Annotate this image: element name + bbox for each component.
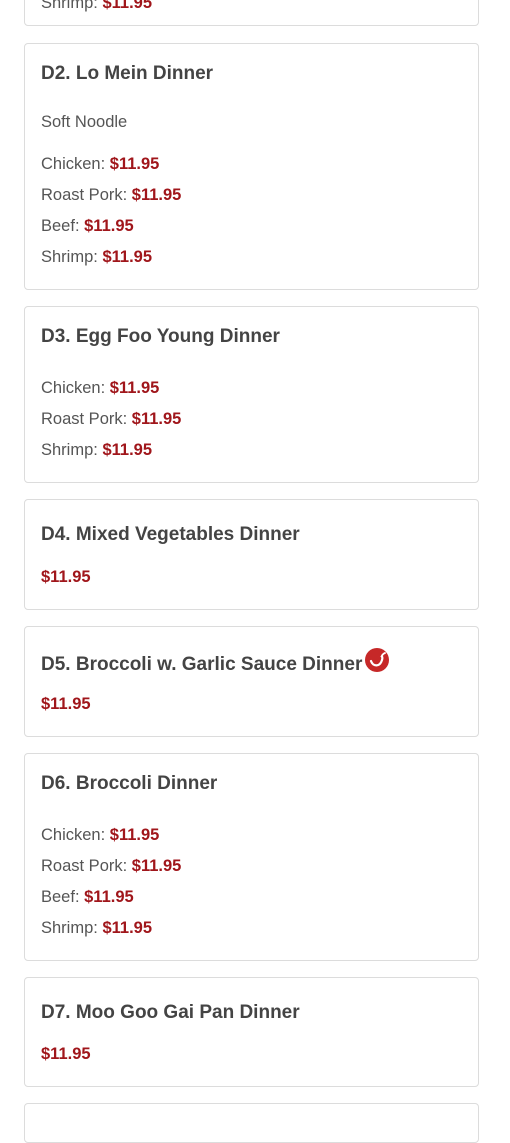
option-row-shrimp[interactable]: Shrimp: $11.95 xyxy=(41,440,152,460)
menu-item-price: $11.95 xyxy=(41,568,91,586)
menu-item-description: Soft Noodle xyxy=(41,113,128,131)
menu-item-card-d4[interactable]: D4. Mixed Vegetables Dinner $11.95 xyxy=(24,499,479,610)
menu-item-title-row[interactable]: D5. Broccoli w. Garlic Sauce Dinner xyxy=(41,648,390,677)
option-price: $11.95 xyxy=(131,857,182,875)
option-row-roast-pork[interactable]: Roast Pork: $11.95 xyxy=(41,185,181,205)
menu-item-card-partial[interactable]: Shrimp: $11.95 xyxy=(24,0,479,26)
option-row-roast-pork[interactable]: Roast Pork: $11.95 xyxy=(41,856,181,876)
option-label: Chicken: xyxy=(41,379,106,397)
option-label: Beef: xyxy=(41,217,80,235)
menu-item-card-d7[interactable]: D7. Moo Goo Gai Pan Dinner $11.95 xyxy=(24,977,479,1087)
menu-item-card-d5[interactable]: D5. Broccoli w. Garlic Sauce Dinner $11.… xyxy=(24,626,479,737)
option-label: Shrimp: xyxy=(41,0,98,12)
option-label: Roast Pork: xyxy=(41,857,128,875)
option-label: Shrimp: xyxy=(41,248,98,266)
option-label: Chicken: xyxy=(41,155,106,173)
menu-item-card-next-partial[interactable] xyxy=(24,1103,479,1143)
menu-item-title[interactable]: D2. Lo Mein Dinner xyxy=(41,62,213,86)
menu-item-card-d3[interactable]: D3. Egg Foo Young Dinner Chicken: $11.95… xyxy=(24,306,479,483)
option-price: $11.95 xyxy=(109,826,160,844)
option-row-beef[interactable]: Beef: $11.95 xyxy=(41,887,134,907)
menu-item-title[interactable]: D4. Mixed Vegetables Dinner xyxy=(41,523,300,547)
menu-item-card-d2[interactable]: D2. Lo Mein Dinner Soft Noodle Chicken: … xyxy=(24,43,479,290)
option-row-shrimp[interactable]: Shrimp: $11.95 xyxy=(41,247,152,267)
option-price: $11.95 xyxy=(131,186,182,204)
option-price: $11.95 xyxy=(109,379,160,397)
option-price: $11.95 xyxy=(102,0,153,12)
option-price: $11.95 xyxy=(131,410,182,428)
option-row-chicken[interactable]: Chicken: $11.95 xyxy=(41,825,159,845)
option-price: $11.95 xyxy=(102,441,153,459)
menu-item-title[interactable]: D7. Moo Goo Gai Pan Dinner xyxy=(41,1001,300,1025)
option-row-chicken[interactable]: Chicken: $11.95 xyxy=(41,378,159,398)
option-label: Chicken: xyxy=(41,826,106,844)
option-price: $11.95 xyxy=(102,919,153,937)
option-label: Shrimp: xyxy=(41,441,98,459)
option-price: $11.95 xyxy=(84,217,134,235)
option-label: Roast Pork: xyxy=(41,186,128,204)
option-row-roast-pork[interactable]: Roast Pork: $11.95 xyxy=(41,409,181,429)
menu-item-card-d6[interactable]: D6. Broccoli Dinner Chicken: $11.95 Roas… xyxy=(24,753,479,961)
menu-item-title[interactable]: D3. Egg Foo Young Dinner xyxy=(41,325,280,349)
option-label: Roast Pork: xyxy=(41,410,128,428)
menu-item-price: $11.95 xyxy=(41,695,91,713)
option-row-shrimp[interactable]: Shrimp: $11.95 xyxy=(41,918,152,938)
option-row-chicken[interactable]: Chicken: $11.95 xyxy=(41,154,159,174)
spicy-icon xyxy=(365,648,390,672)
option-label: Beef: xyxy=(41,888,80,906)
option-price: $11.95 xyxy=(109,155,160,173)
option-row-shrimp: Shrimp: $11.95 xyxy=(41,0,152,13)
option-row-beef[interactable]: Beef: $11.95 xyxy=(41,216,134,236)
option-price: $11.95 xyxy=(84,888,134,906)
option-price: $11.95 xyxy=(102,248,153,266)
option-label: Shrimp: xyxy=(41,919,98,937)
menu-item-price: $11.95 xyxy=(41,1045,91,1063)
menu-item-title: D5. Broccoli w. Garlic Sauce Dinner xyxy=(41,654,363,675)
menu-item-title[interactable]: D6. Broccoli Dinner xyxy=(41,772,217,796)
